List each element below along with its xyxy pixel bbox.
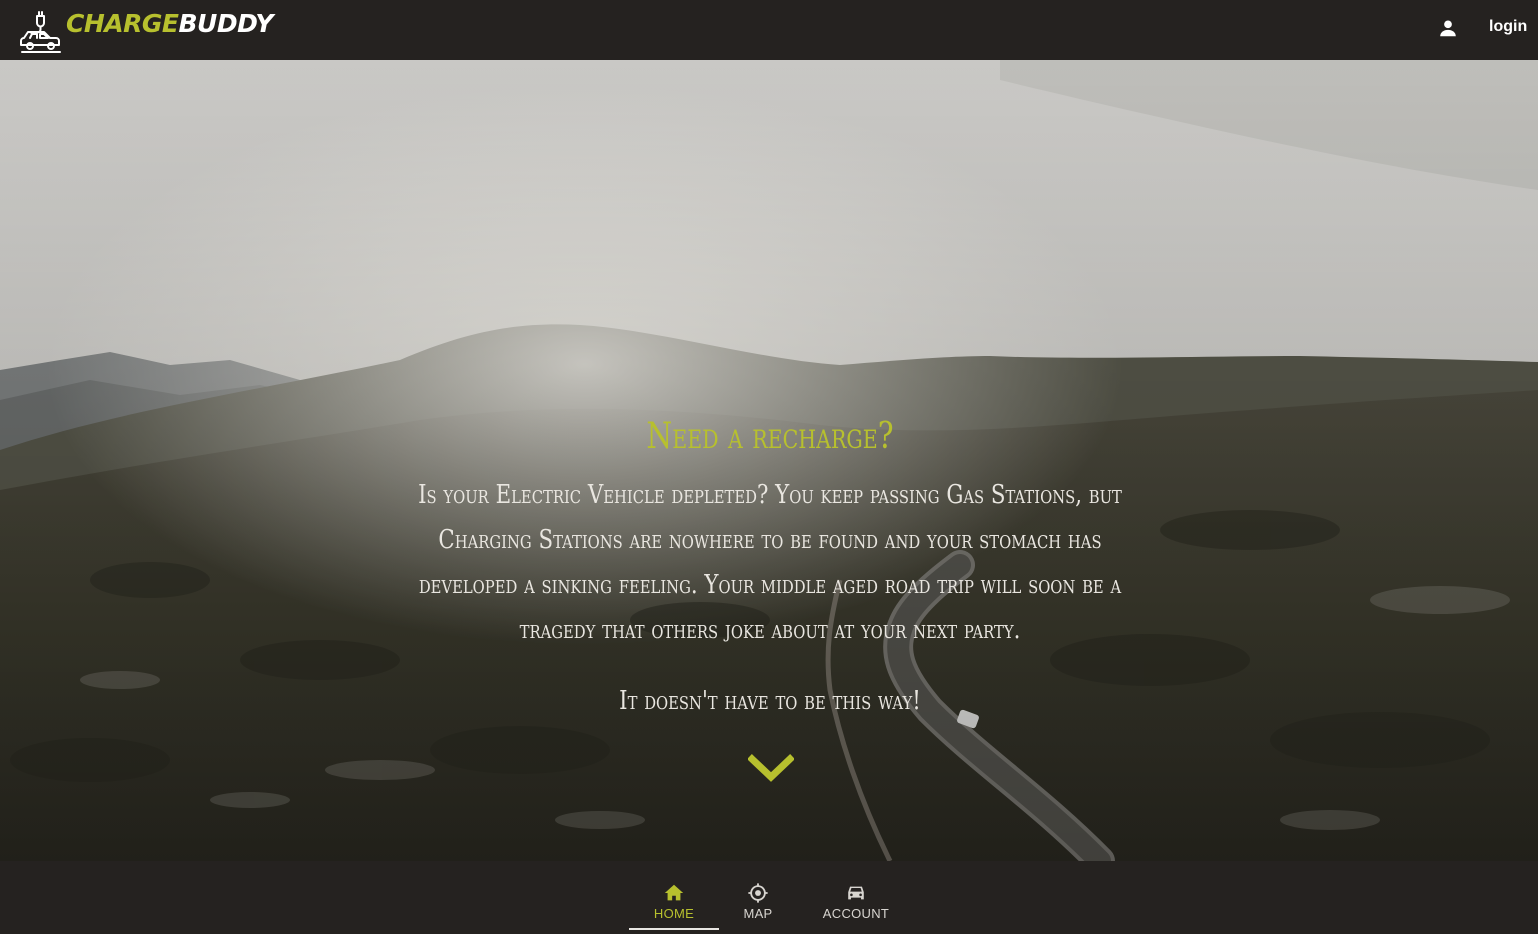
car-icon [848,886,864,900]
nav-item-home[interactable]: HOME [629,861,719,930]
nav-item-account[interactable]: ACCOUNT [812,861,900,930]
nav-item-map-label: MAP [743,906,773,921]
hero-title: Need a recharge? [646,416,894,457]
crosshair-icon [748,883,768,903]
top-bar: CHARGEBUDDY login [0,0,1538,60]
hero-description: Is your Electric Vehicle depleted? You k… [418,480,1122,645]
hero-text-block: Need a recharge? Is your Electric Vehicl… [320,415,1220,721]
logo-text-charge: CHARGE [66,8,179,38]
login-link[interactable]: login [1489,18,1527,36]
app-logo[interactable]: CHARGEBUDDY [18,8,273,54]
user-icon[interactable] [1437,17,1459,39]
hero-tagline: It doesn't have to be this way! [619,686,921,716]
app-logo-text: CHARGEBUDDY [66,9,273,38]
nav-item-home-label: HOME [653,906,695,921]
bottom-navigation: HOME MAP ACCOUNT [0,861,1538,934]
nav-item-account-label: ACCOUNT [822,906,890,921]
ev-charger-car-icon [20,11,61,53]
chevron-down-icon[interactable] [748,753,794,783]
logo-text-buddy: BUDDY [178,8,273,38]
hero-section: Need a recharge? Is your Electric Vehicl… [0,60,1538,861]
nav-item-map[interactable]: MAP [728,861,788,930]
home-icon [664,884,684,901]
